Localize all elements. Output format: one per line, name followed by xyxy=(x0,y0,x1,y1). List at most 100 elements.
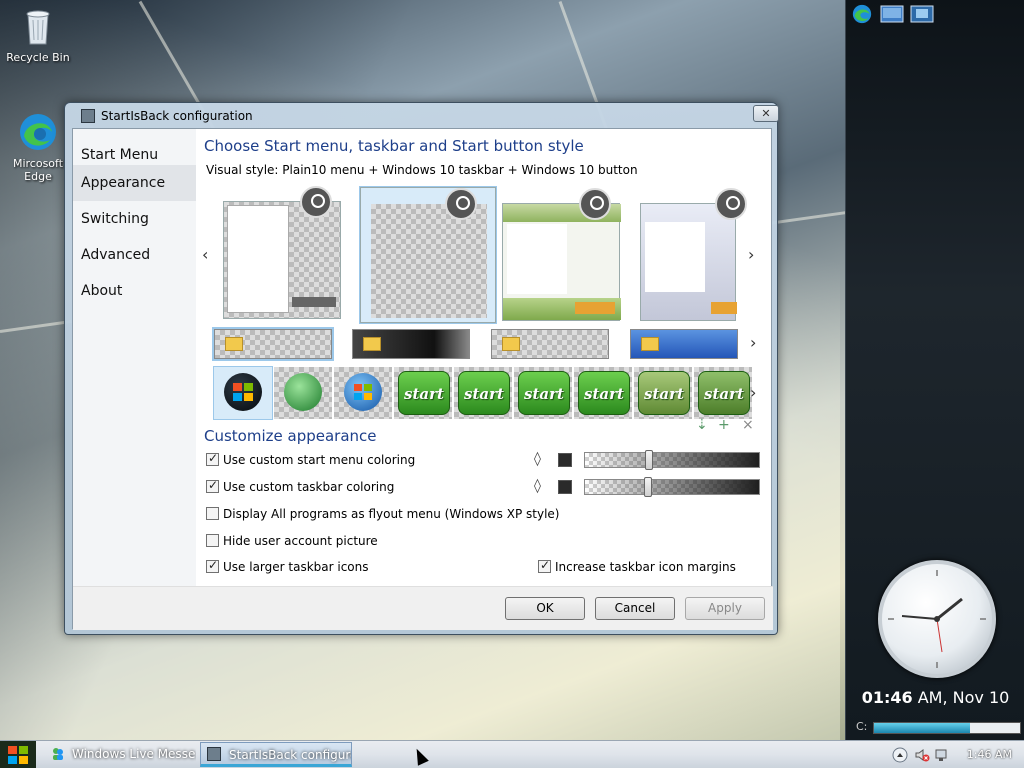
start-button-thumb[interactable]: start xyxy=(394,367,452,419)
start-pill: start xyxy=(578,371,630,415)
start-button[interactable] xyxy=(0,741,36,768)
start-pill: start xyxy=(638,371,690,415)
user-avatar-icon xyxy=(300,186,332,218)
menu-styles-prev-arrow[interactable]: ‹ xyxy=(202,245,208,264)
taskbar-color-slider[interactable] xyxy=(584,477,760,497)
taskbar-item-startisback[interactable]: StartIsBack configure... xyxy=(200,742,352,767)
folder-icon xyxy=(363,337,381,351)
add-style-icon[interactable]: + xyxy=(718,417,730,433)
startisback-dialog: StartIsBack configuration ✕ Start Menu A… xyxy=(64,102,779,635)
taskbar-item-label: Windows Live Messe... xyxy=(72,747,196,761)
customize-section-title: Customize appearance xyxy=(204,427,377,445)
option-label: Display All programs as flyout menu (Win… xyxy=(223,507,560,521)
start-button-thumb[interactable]: start xyxy=(574,367,632,419)
checkbox[interactable] xyxy=(206,451,219,466)
title-bar[interactable]: StartIsBack configuration ✕ xyxy=(73,105,779,127)
visual-style-line: Visual style: Plain10 menu + Windows 10 … xyxy=(206,163,638,177)
clock-readout: 01:46 AM, Nov 10 xyxy=(846,688,1024,707)
checkbox[interactable] xyxy=(538,558,551,573)
option-custom-taskbar-coloring[interactable]: Use custom taskbar coloring xyxy=(206,478,394,494)
checkbox[interactable] xyxy=(206,478,219,493)
nav-appearance[interactable]: Appearance xyxy=(73,165,196,201)
taskbar-style-thumb[interactable] xyxy=(491,329,609,359)
show-desktop-icon[interactable] xyxy=(880,4,904,24)
nav-advanced[interactable]: Advanced xyxy=(73,237,196,273)
start-menu-color-slider[interactable] xyxy=(584,450,760,470)
ok-button[interactable]: OK xyxy=(505,597,585,620)
checkbox[interactable] xyxy=(206,534,219,547)
clock-gadget[interactable] xyxy=(878,560,996,678)
cpu-label: C: xyxy=(856,720,868,733)
nav-about[interactable]: About xyxy=(73,273,196,309)
menu-style-thumb[interactable] xyxy=(502,188,621,321)
edge-icon xyxy=(20,114,56,150)
menu-style-thumb[interactable] xyxy=(640,188,747,321)
user-avatar-icon xyxy=(445,188,477,220)
desktop-icon-recycle-bin[interactable]: Recycle Bin xyxy=(2,6,74,64)
nav-switching[interactable]: Switching xyxy=(73,201,196,237)
option-flyout-all-programs[interactable]: Display All programs as flyout menu (Win… xyxy=(206,507,559,521)
recycle-bin-icon xyxy=(26,10,50,45)
app-icon xyxy=(81,109,95,123)
slider-knob[interactable] xyxy=(645,450,654,470)
visual-style-label: Visual style: xyxy=(206,163,279,177)
taskbar-color-swatch[interactable] xyxy=(558,480,572,494)
apply-button[interactable]: Apply xyxy=(685,597,765,620)
checkbox[interactable] xyxy=(206,558,219,573)
start-button-thumb[interactable] xyxy=(334,367,392,419)
start-pill: start xyxy=(518,371,570,415)
dialog-client: Start Menu Appearance Switching Advanced… xyxy=(72,128,773,630)
close-button[interactable]: ✕ xyxy=(753,105,779,122)
appearance-content: Choose Start menu, taskbar and Start but… xyxy=(196,129,773,586)
start-button-thumb-selected[interactable] xyxy=(213,366,273,420)
user-avatar-icon xyxy=(579,188,611,220)
option-label: Increase taskbar icon margins xyxy=(555,560,736,574)
style-section-title: Choose Start menu, taskbar and Start but… xyxy=(204,137,584,155)
remove-style-icon[interactable]: × xyxy=(742,417,754,433)
user-avatar-icon xyxy=(715,188,747,220)
taskbar-style-thumb-selected[interactable] xyxy=(212,327,334,361)
menu-style-thumb[interactable] xyxy=(223,186,341,319)
switch-windows-icon[interactable] xyxy=(910,4,934,24)
transparency-drop-icon[interactable]: ◊ xyxy=(534,478,541,494)
start-button-thumb[interactable] xyxy=(274,367,332,419)
tray-expand-icon[interactable] xyxy=(892,747,908,763)
start-menu-color-swatch[interactable] xyxy=(558,453,572,467)
menu-style-thumb-selected[interactable] xyxy=(359,186,497,324)
volume-muted-icon[interactable] xyxy=(914,747,930,763)
option-larger-taskbar-icons[interactable]: Use larger taskbar icons xyxy=(206,558,369,574)
transparency-drop-icon[interactable]: ◊ xyxy=(534,451,541,467)
option-increase-icon-margins[interactable]: Increase taskbar icon margins xyxy=(538,558,736,574)
windows-orb-icon xyxy=(224,373,262,411)
start-buttons-next-arrow[interactable]: › xyxy=(750,383,756,402)
start-pill: start xyxy=(398,371,450,415)
windows-logo-icon xyxy=(8,746,28,764)
option-hide-user-picture[interactable]: Hide user account picture xyxy=(206,534,378,548)
start-button-thumb[interactable]: start xyxy=(454,367,512,419)
menu-styles-next-arrow[interactable]: › xyxy=(748,245,754,264)
start-button-thumb[interactable]: start xyxy=(694,367,752,419)
start-pill: start xyxy=(698,371,750,415)
network-icon[interactable] xyxy=(934,747,950,763)
cancel-button[interactable]: Cancel xyxy=(595,597,675,620)
taskbar-style-thumb[interactable] xyxy=(630,329,738,359)
window-title: StartIsBack configuration xyxy=(101,109,253,123)
taskbar-clock[interactable]: 1:46 AM xyxy=(967,748,1012,761)
taskbar-style-thumb[interactable] xyxy=(352,329,470,359)
cpu-bar xyxy=(873,722,1021,734)
checkbox[interactable] xyxy=(206,507,219,520)
taskbar-styles-next-arrow[interactable]: › xyxy=(750,333,756,352)
desktop-icon-label: Recycle Bin xyxy=(6,51,70,64)
download-style-icon[interactable]: ⇣ xyxy=(696,417,708,433)
start-button-thumb[interactable]: start xyxy=(514,367,572,419)
option-custom-start-menu-coloring[interactable]: Use custom start menu coloring xyxy=(206,451,415,467)
start-button-thumb[interactable]: start xyxy=(634,367,692,419)
taskbar-item-windows-live-messenger[interactable]: Windows Live Messe... xyxy=(44,742,196,767)
slider-knob[interactable] xyxy=(643,477,652,497)
edge-icon[interactable] xyxy=(850,4,874,24)
option-label: Hide user account picture xyxy=(223,534,378,548)
dialog-footer: OK Cancel Apply xyxy=(73,586,773,630)
folder-icon xyxy=(502,337,520,351)
app-icon xyxy=(207,747,221,761)
clock-time: 01:46 xyxy=(861,688,913,707)
